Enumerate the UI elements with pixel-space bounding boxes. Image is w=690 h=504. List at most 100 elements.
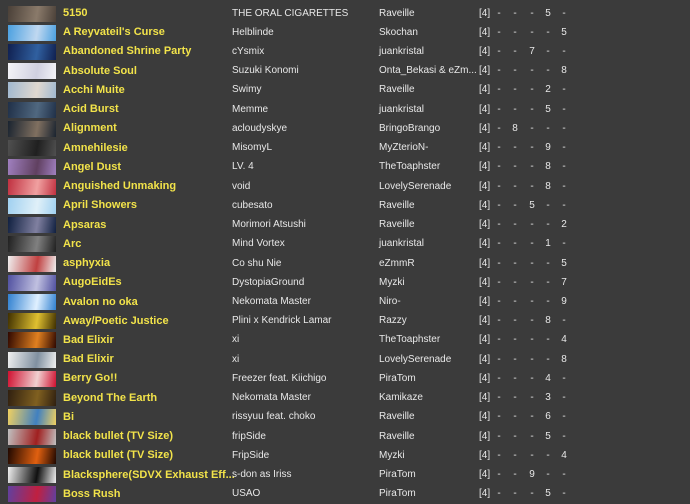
difficulty-cell: - bbox=[513, 449, 517, 461]
difficulty-cell: - bbox=[562, 142, 566, 154]
song-row[interactable]: Arc Mind Vortex juankristal [4] - - -1- bbox=[0, 235, 690, 254]
difficulty-cell: - bbox=[562, 392, 566, 404]
difficulty-cell: - bbox=[530, 180, 534, 192]
difficulty-cell: 8 bbox=[561, 65, 567, 77]
difficulty-cell: - bbox=[546, 353, 550, 365]
difficulty-cell: - bbox=[546, 45, 550, 57]
song-level: [4] bbox=[479, 257, 491, 269]
song-row[interactable]: black bullet (TV Size) FripSide Myzki [4] - -… bbox=[0, 446, 690, 465]
song-charter: Skochan bbox=[379, 26, 418, 38]
song-thumbnail bbox=[8, 63, 56, 80]
difficulty-cell: - bbox=[513, 103, 517, 115]
difficulty-cell: - bbox=[497, 7, 501, 19]
difficulty-cell: - bbox=[562, 84, 566, 96]
song-charter: Myzki bbox=[379, 276, 405, 288]
song-row[interactable]: April Showers cubesato Raveille [4] - -5- - bbox=[0, 196, 690, 215]
song-level: [4] bbox=[479, 45, 491, 57]
difficulty-cell: - bbox=[497, 257, 501, 269]
song-row[interactable]: Amnehilesie MisomyL MyZterioN- [4] - - -9- bbox=[0, 139, 690, 158]
difficulty-cell: 2 bbox=[561, 219, 567, 231]
song-artist: Mind Vortex bbox=[232, 238, 285, 250]
difficulty-cell: - bbox=[513, 315, 517, 327]
difficulty-cell: - bbox=[497, 199, 501, 211]
difficulty-cell: 9 bbox=[529, 469, 535, 481]
song-row[interactable]: A Reyvateil's Curse Helblinde Skochan [4] - -… bbox=[0, 23, 690, 42]
song-title: AugoEidEs bbox=[63, 276, 122, 289]
song-artist: MisomyL bbox=[232, 142, 273, 154]
difficulty-cell: - bbox=[513, 65, 517, 77]
song-thumbnail bbox=[8, 178, 56, 195]
difficulty-cell: - bbox=[530, 276, 534, 288]
song-row[interactable]: Acchi Muite Swimy Raveille [4] - - -2- bbox=[0, 81, 690, 100]
difficulty-cell: - bbox=[546, 219, 550, 231]
song-artist: FripSide bbox=[232, 449, 270, 461]
song-level: [4] bbox=[479, 26, 491, 38]
song-row[interactable]: Berry Go!! Freezer feat. Kiichigo PiraTom [… bbox=[0, 369, 690, 388]
song-level: [4] bbox=[479, 219, 491, 231]
difficulty-cell: - bbox=[530, 372, 534, 384]
song-thumbnail bbox=[8, 236, 56, 253]
song-row[interactable]: Away/Poetic Justice Plini x Kendrick Lama… bbox=[0, 312, 690, 331]
song-thumbnail bbox=[8, 332, 56, 349]
song-title: Away/Poetic Justice bbox=[63, 314, 169, 327]
song-row[interactable]: Avalon no oka Nekomata Master Niro- [4] - - - -… bbox=[0, 293, 690, 312]
song-row[interactable]: Blacksphere(SDVX Exhaust Eff... s-don as … bbox=[0, 466, 690, 485]
song-row[interactable]: Anguished Unmaking void LovelySerenade [4] -… bbox=[0, 177, 690, 196]
difficulty-cell: - bbox=[546, 449, 550, 461]
difficulty-cell: - bbox=[530, 7, 534, 19]
song-thumbnail bbox=[8, 197, 56, 214]
song-row[interactable]: Absolute Soul Suzuki Konomi Onta_Bekasi & … bbox=[0, 62, 690, 81]
song-artist: Nekomata Master bbox=[232, 296, 311, 308]
difficulty-cell: - bbox=[513, 430, 517, 442]
song-row[interactable]: Alignment acloudyskye BringoBrango [4] -8- - - bbox=[0, 119, 690, 138]
song-artist: Co shu Nie bbox=[232, 257, 282, 269]
song-row[interactable]: 5150 THE ORAL CIGARETTES Raveille [4] - - -5- bbox=[0, 4, 690, 23]
song-row[interactable]: Bi rissyuu feat. choko Raveille [4] - - -6- bbox=[0, 408, 690, 427]
difficulty-cell: - bbox=[562, 430, 566, 442]
difficulty-cell: - bbox=[497, 276, 501, 288]
song-artist: xi bbox=[232, 334, 240, 346]
difficulty-cell: - bbox=[513, 392, 517, 404]
song-thumbnail bbox=[8, 159, 56, 176]
song-row[interactable]: Acid Burst Memme juankristal [4] - - -5- bbox=[0, 100, 690, 119]
song-thumbnail bbox=[8, 274, 56, 291]
song-artist: Plini x Kendrick Lamar bbox=[232, 315, 332, 327]
song-thumbnail bbox=[8, 43, 56, 60]
difficulty-cell: - bbox=[530, 26, 534, 38]
song-row[interactable]: Apsaras Morimori Atsushi Raveille [4] - - - -2 bbox=[0, 216, 690, 235]
difficulty-cell: - bbox=[546, 276, 550, 288]
song-title: black bullet (TV Size) bbox=[63, 449, 174, 462]
song-artist: DystopiaGround bbox=[232, 276, 305, 288]
difficulty-cell: - bbox=[513, 45, 517, 57]
song-row[interactable]: asphyxia Co shu Nie eZmmR [4] - - - -5 bbox=[0, 254, 690, 273]
difficulty-cell: - bbox=[497, 65, 501, 77]
difficulty-cell: - bbox=[530, 449, 534, 461]
song-row[interactable]: Abandoned Shrine Party cYsmix juankristal [… bbox=[0, 42, 690, 61]
difficulty-cell: - bbox=[562, 45, 566, 57]
song-title: Acid Burst bbox=[63, 103, 119, 116]
song-thumbnail bbox=[8, 140, 56, 157]
song-row[interactable]: Bad Elixir xi LovelySerenade [4] - - - -8 bbox=[0, 350, 690, 369]
difficulty-cell: - bbox=[497, 84, 501, 96]
song-level: [4] bbox=[479, 65, 491, 77]
song-thumbnail bbox=[8, 294, 56, 311]
difficulty-cell: - bbox=[513, 469, 517, 481]
song-row[interactable]: Beyond The Earth Nekomata Master Kamikaze [… bbox=[0, 389, 690, 408]
song-level: [4] bbox=[479, 430, 491, 442]
song-level: [4] bbox=[479, 122, 491, 134]
song-title: Anguished Unmaking bbox=[63, 180, 177, 193]
song-title: April Showers bbox=[63, 199, 137, 212]
song-row[interactable]: black bullet (TV Size) fripSide Raveille [4… bbox=[0, 427, 690, 446]
difficulty-cell: - bbox=[497, 161, 501, 173]
song-row[interactable]: AugoEidEs DystopiaGround Myzki [4] - - - -7 bbox=[0, 273, 690, 292]
difficulty-cell: - bbox=[530, 219, 534, 231]
difficulty-cell: - bbox=[497, 353, 501, 365]
difficulty-cell: - bbox=[497, 372, 501, 384]
difficulty-cell: - bbox=[562, 372, 566, 384]
song-artist: Memme bbox=[232, 103, 269, 115]
song-row[interactable]: Angel Dust LV. 4 TheToaphster [4] - - -8- bbox=[0, 158, 690, 177]
song-charter: Kamikaze bbox=[379, 392, 423, 404]
song-title: Bad Elixir bbox=[63, 333, 114, 346]
song-row[interactable]: Boss Rush USAO PiraTom [4] - - -5- bbox=[0, 485, 690, 504]
song-row[interactable]: Bad Elixir xi TheToaphster [4] - - - -4 bbox=[0, 331, 690, 350]
